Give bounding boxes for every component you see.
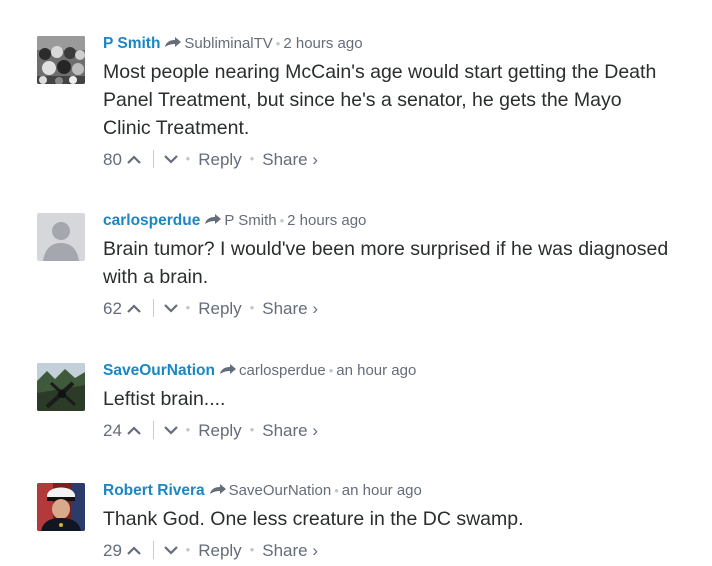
separator-dot: •: [185, 542, 191, 557]
share-button[interactable]: Share ›: [262, 541, 318, 560]
parent-author-link[interactable]: P Smith: [224, 212, 276, 229]
comment-body: SaveOurNation carlosperdue • an hour ago Le…: [103, 361, 706, 442]
avatar[interactable]: [37, 483, 85, 531]
comment-text: Thank God. One less creature in the DC s…: [103, 505, 706, 533]
comment-header: carlosperdue P Smith • 2 hours ago: [103, 211, 706, 231]
author-name[interactable]: Robert Rivera: [103, 482, 205, 499]
marine-portrait-avatar: [37, 483, 85, 531]
comment-header: Robert Rivera SaveOurNation • an hour ago: [103, 481, 706, 501]
comment-header: SaveOurNation carlosperdue • an hour ago: [103, 361, 706, 381]
vote-divider: [152, 541, 154, 559]
upvote-icon[interactable]: [126, 297, 141, 313]
downvote-icon[interactable]: [163, 297, 178, 313]
comment-text-line: Thank God. One less creature in the DC s…: [103, 508, 524, 530]
comment-actions: 24 • Reply • Share ›: [103, 419, 706, 442]
separator-dot: •: [334, 483, 339, 498]
author-name[interactable]: carlosperdue: [103, 212, 200, 229]
comment-text: Brain tumor? I would've been more surpri…: [103, 235, 706, 291]
share-button[interactable]: Share ›: [262, 299, 318, 318]
separator-dot: •: [249, 422, 255, 437]
vote-divider: [152, 421, 154, 439]
separator-dot: •: [328, 363, 334, 378]
separator-dot: •: [249, 300, 255, 315]
timestamp[interactable]: an hour ago: [342, 482, 422, 499]
comment-body: carlosperdue P Smith • 2 hours ago Brain tu…: [103, 211, 706, 320]
landscape-photo-avatar: [37, 363, 85, 411]
comment-actions: 62 • Reply • Share ›: [103, 297, 706, 320]
timestamp[interactable]: an hour ago: [336, 362, 416, 379]
default-user-avatar: [37, 213, 85, 261]
reply-arrow-icon: [204, 212, 222, 226]
downvote-icon[interactable]: [163, 148, 178, 164]
upvote-count: 62: [103, 299, 122, 318]
reply-button[interactable]: Reply: [198, 421, 241, 440]
comment-text: Leftist brain....: [103, 385, 706, 413]
separator-dot: •: [249, 542, 255, 557]
comment-text: Most people nearing McCain's age would s…: [103, 58, 706, 142]
upvote-count: 80: [103, 150, 122, 169]
comment-text-line: Panel Treatment, but since he's a senato…: [103, 89, 622, 111]
author-name[interactable]: SaveOurNation: [103, 362, 215, 379]
author-name[interactable]: P Smith: [103, 35, 160, 52]
comment-actions: 29 • Reply • Share ›: [103, 539, 706, 562]
comment-text-line: Clinic Treatment.: [103, 117, 250, 139]
comment-body: Robert Rivera SaveOurNation • an hour ago T…: [103, 481, 706, 562]
reply-arrow-icon: [219, 362, 237, 376]
separator-dot: •: [185, 422, 191, 437]
reply-arrow-icon: [164, 35, 182, 49]
comment-text-line: Most people nearing McCain's age would s…: [103, 61, 657, 83]
upvote-count: 29: [103, 541, 122, 560]
comment-header: P Smith SubliminalTV • 2 hours ago: [103, 34, 706, 54]
downvote-icon[interactable]: [163, 419, 178, 435]
avatar[interactable]: [37, 363, 85, 411]
reply-button[interactable]: Reply: [198, 150, 241, 169]
comment-text-line: Leftist brain....: [103, 388, 226, 410]
upvote-icon[interactable]: [126, 539, 141, 555]
share-button[interactable]: Share ›: [262, 421, 318, 440]
comment-text-line: with a brain.: [103, 266, 209, 288]
parent-author-link[interactable]: SaveOurNation: [229, 482, 332, 499]
reply-arrow-icon: [209, 482, 227, 496]
timestamp[interactable]: 2 hours ago: [283, 35, 362, 52]
separator-dot: •: [185, 300, 191, 315]
upvote-icon[interactable]: [126, 148, 141, 164]
separator-dot: •: [279, 213, 285, 228]
vote-divider: [152, 150, 154, 168]
separator-dot: •: [249, 151, 255, 166]
avatar[interactable]: [37, 213, 85, 261]
separator-dot: •: [185, 151, 191, 166]
separator-dot: •: [275, 36, 281, 51]
reply-button[interactable]: Reply: [198, 541, 241, 560]
timestamp[interactable]: 2 hours ago: [287, 212, 366, 229]
comment-actions: 80 • Reply • Share ›: [103, 148, 706, 171]
upvote-count: 24: [103, 421, 122, 440]
crowd-photo-avatar: [37, 36, 85, 84]
parent-author-link[interactable]: carlosperdue: [239, 362, 326, 379]
comment-body: P Smith SubliminalTV • 2 hours ago Most peo…: [103, 34, 706, 171]
parent-author-link[interactable]: SubliminalTV: [184, 35, 272, 52]
comment-text-line: Brain tumor? I would've been more surpri…: [103, 238, 669, 260]
downvote-icon[interactable]: [163, 539, 178, 555]
vote-divider: [152, 299, 154, 317]
share-button[interactable]: Share ›: [262, 150, 318, 169]
avatar[interactable]: [37, 36, 85, 84]
upvote-icon[interactable]: [126, 419, 141, 435]
reply-button[interactable]: Reply: [198, 299, 241, 318]
